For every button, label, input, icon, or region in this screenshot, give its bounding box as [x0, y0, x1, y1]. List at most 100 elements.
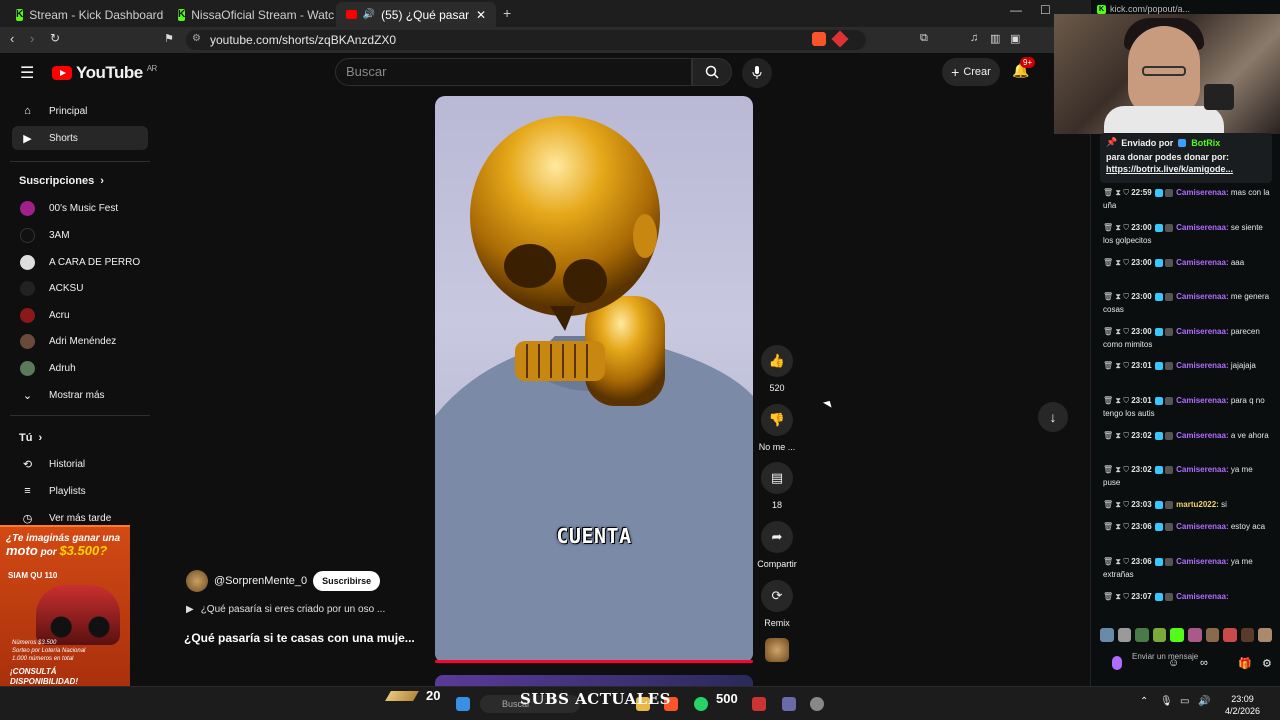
chat-message[interactable]: 🗑 ⧗ ⛉ 23:01 Camiserenaa: para q no tengo…: [1103, 394, 1271, 420]
chat-username[interactable]: Camiserenaa:: [1176, 592, 1228, 601]
tab-nissa-stream[interactable]: K NissaOficial Stream - Watch Live on K: [168, 2, 334, 27]
channel-handle[interactable]: @SorprenMente_0: [214, 575, 307, 587]
chat-message[interactable]: 🗑 ⧗ ⛉ 23:07 Camiserenaa:: [1103, 590, 1271, 603]
emote-icon[interactable]: [1187, 628, 1202, 642]
mod-actions-icons[interactable]: 🗑 ⧗ ⛉: [1103, 223, 1131, 232]
sidebar-item-principal[interactable]: ⌂ Principal: [12, 99, 148, 123]
chat-username[interactable]: Camiserenaa:: [1176, 361, 1228, 370]
you-heading[interactable]: Tú ›: [19, 432, 42, 444]
sidebar-item-subscription[interactable]: A CARA DE PERRO: [12, 250, 148, 274]
next-short-button[interactable]: ↓: [1038, 402, 1068, 432]
chat-message[interactable]: 🗑 ⧗ ⛉ 23:00 Camiserenaa: se siente los g…: [1103, 221, 1271, 247]
media-icon[interactable]: ♫: [970, 32, 978, 44]
sidebar-item-subscription[interactable]: 00's Music Fest: [12, 196, 148, 220]
mod-actions-icons[interactable]: 🗑 ⧗ ⛉: [1103, 258, 1131, 267]
chat-message[interactable]: 🗑 ⧗ ⛉ 23:06 Camiserenaa: ya me extrañas: [1103, 555, 1271, 581]
tab-youtube-short[interactable]: 🔊 (55) ¿Qué pasaría si te casas c ✕: [336, 2, 496, 27]
volume-icon[interactable]: 🔊: [1198, 696, 1210, 707]
mod-actions-icons[interactable]: 🗑 ⧗ ⛉: [1103, 431, 1131, 440]
chat-message[interactable]: 🗑 ⧗ ⛉ 23:00 Camiserenaa: me genera cosas: [1103, 290, 1271, 316]
chat-username[interactable]: Camiserenaa:: [1176, 223, 1228, 232]
emote-icon[interactable]: [1223, 628, 1237, 642]
dislike-button[interactable]: 👎 No me ...: [749, 404, 805, 452]
chat-message[interactable]: 🗑 ⧗ ⛉ 23:02 Camiserenaa: a ve ahora: [1103, 429, 1271, 442]
sidebar-item-shorts[interactable]: ▶ Shorts: [12, 126, 148, 150]
emote-icon[interactable]: [1100, 628, 1114, 642]
obs-icon[interactable]: [810, 697, 824, 711]
emoji-picker-icon[interactable]: ☺: [1168, 657, 1179, 669]
sidebar-item-subscription[interactable]: Adri Menéndez: [12, 329, 148, 353]
voice-search-button[interactable]: [742, 58, 772, 88]
chat-username[interactable]: Camiserenaa:: [1176, 396, 1228, 405]
minimize-icon[interactable]: —: [1010, 3, 1022, 17]
menu-icon[interactable]: ☰: [20, 63, 34, 83]
emote-icon[interactable]: [1117, 628, 1132, 642]
whatsapp-taskbar-icon[interactable]: [694, 697, 708, 711]
emote-icon[interactable]: [1135, 628, 1149, 642]
sidebar-item-subscription[interactable]: ACKSU: [12, 276, 148, 300]
remix-button[interactable]: ⟳ Remix: [749, 580, 805, 628]
wallet-icon[interactable]: ▣: [1010, 32, 1020, 45]
reload-icon[interactable]: ↻: [50, 31, 60, 45]
settings-gear-icon[interactable]: ⚙: [1262, 657, 1272, 670]
sidebar-item-subscription[interactable]: Acru: [12, 303, 148, 327]
chat-username[interactable]: Camiserenaa:: [1176, 292, 1228, 301]
mod-actions-icons[interactable]: 🗑 ⧗ ⛉: [1103, 188, 1131, 197]
taskbar-clock[interactable]: 23:09 4/2/2026: [1225, 693, 1260, 717]
chat-message[interactable]: 🗑 ⧗ ⛉ 23:02 Camiserenaa: ya me puse: [1103, 463, 1271, 489]
create-button[interactable]: + Crear: [942, 58, 1000, 86]
emote-icon[interactable]: [1258, 628, 1272, 642]
chat-username[interactable]: Camiserenaa:: [1176, 522, 1228, 531]
close-tab-icon[interactable]: ✕: [476, 8, 486, 22]
points-icon[interactable]: ∞: [1200, 657, 1208, 669]
sidebar-item-subscription[interactable]: 3AM: [12, 223, 148, 247]
back-icon[interactable]: ‹: [10, 31, 14, 46]
chat-message[interactable]: 🗑 ⧗ ⛉ 23:00 Camiserenaa: parecen como mi…: [1103, 325, 1271, 351]
channel-avatar[interactable]: [186, 570, 208, 592]
chat-message[interactable]: 🗑 ⧗ ⛉ 23:01 Camiserenaa: jajajaja: [1103, 359, 1271, 372]
playlist-link[interactable]: ▶ ¿Qué pasaría si eres criado por un oso…: [186, 604, 385, 615]
tab-kick-dashboard[interactable]: K Stream - Kick Dashboard: [6, 2, 166, 27]
chat-username[interactable]: Camiserenaa:: [1176, 258, 1228, 267]
chat-username[interactable]: martu2022:: [1176, 500, 1219, 509]
app-icon[interactable]: [782, 697, 796, 711]
share-button[interactable]: ➦ Compartir: [749, 521, 805, 569]
voice-input-icon[interactable]: [1112, 656, 1122, 670]
extensions-icon[interactable]: ⧉: [920, 32, 928, 45]
youtube-logo[interactable]: YouTube AR: [52, 63, 157, 83]
mod-actions-icons[interactable]: 🗑 ⧗ ⛉: [1103, 500, 1131, 509]
bookmark-icon[interactable]: ⚑: [164, 32, 174, 45]
sidebar-item-subscription[interactable]: Adruh: [12, 356, 148, 380]
chat-username[interactable]: Camiserenaa:: [1176, 188, 1228, 197]
short-title[interactable]: ¿Qué pasaría si te casas con una muje...: [184, 631, 415, 645]
mod-actions-icons[interactable]: 🗑 ⧗ ⛉: [1103, 292, 1131, 301]
chat-message[interactable]: 🗑 ⧗ ⛉ 23:06 Camiserenaa: estoy aca: [1103, 520, 1271, 533]
url-field[interactable]: ⚙ youtube.com/shorts/zqBKAnzdZX0: [186, 30, 866, 50]
mod-actions-icons[interactable]: 🗑 ⧗ ⛉: [1103, 557, 1131, 566]
new-tab-icon[interactable]: +: [503, 5, 511, 21]
chat-username[interactable]: Camiserenaa:: [1176, 431, 1228, 440]
chat-username[interactable]: Camiserenaa:: [1176, 327, 1228, 336]
video-progress-bar[interactable]: [435, 660, 753, 663]
mod-actions-icons[interactable]: 🗑 ⧗ ⛉: [1103, 465, 1131, 474]
app-icon[interactable]: [752, 697, 766, 711]
windows-start-icon[interactable]: [456, 697, 470, 711]
emote-icon[interactable]: [1170, 628, 1184, 642]
subscriptions-heading[interactable]: Suscripciones ›: [19, 175, 104, 187]
emote-icon[interactable]: [1240, 628, 1255, 642]
mod-actions-icons[interactable]: 🗑 ⧗ ⛉: [1103, 396, 1131, 405]
show-more-button[interactable]: ⌄ Mostrar más: [12, 383, 148, 407]
sidebar-item-playlists[interactable]: ≡ Playlists: [12, 479, 148, 503]
mod-actions-icons[interactable]: 🗑 ⧗ ⛉: [1103, 327, 1131, 336]
chat-message[interactable]: 🗑 ⧗ ⛉ 23:03 martu2022: si: [1103, 498, 1271, 511]
mod-actions-icons[interactable]: 🗑 ⧗ ⛉: [1103, 522, 1131, 531]
pinned-link[interactable]: https://botrix.live/k/amigode...: [1106, 164, 1266, 174]
gift-icon[interactable]: 🎁: [1238, 657, 1252, 670]
chat-username[interactable]: Camiserenaa:: [1176, 557, 1228, 566]
chat-message[interactable]: 🗑 ⧗ ⛉ 22:59 Camiserenaa: mas con la uña: [1103, 186, 1271, 212]
mod-actions-icons[interactable]: 🗑 ⧗ ⛉: [1103, 361, 1131, 370]
sound-thumbnail[interactable]: [765, 638, 789, 662]
tray-chevron-icon[interactable]: ⌃: [1140, 696, 1148, 707]
brave-shield-icon[interactable]: [812, 32, 826, 46]
search-button[interactable]: [692, 58, 732, 86]
